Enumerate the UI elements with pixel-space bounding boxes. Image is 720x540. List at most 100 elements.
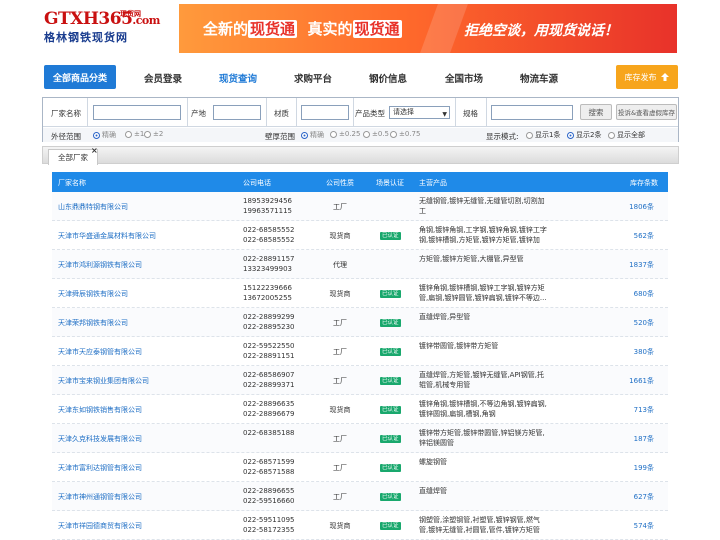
company-type: 代理: [333, 260, 347, 269]
company-phone: 022-28899299 022-28895230: [243, 313, 295, 331]
spec-label: 规格: [463, 109, 478, 118]
origin-input[interactable]: [213, 105, 261, 120]
search-button[interactable]: 搜索: [580, 104, 612, 120]
factory-name-link[interactable]: 天津市祥园德商贸有限公司: [58, 511, 142, 540]
main-products: 镀锌角钢,镀锌槽钢,不等边角钢,镀锌扁钢,镀锌圆钢,扁钢,槽钢,角钢: [419, 400, 547, 418]
od-exact-radio[interactable]: 精确: [93, 130, 116, 140]
factory-name-link[interactable]: 天津市神州通钢管有限公司: [58, 482, 142, 511]
company-phone: 18953929456 19963571115: [243, 197, 292, 215]
factory-name-link[interactable]: 天津市宝来钢业集团有限公司: [58, 366, 149, 395]
filter-panel: 厂家名称 产地 材质 产品类型 请选择 ▼ 规格 搜索 投诉&查看虚假库存 外径范…: [42, 97, 679, 142]
stock-count-link[interactable]: 1806条: [629, 192, 654, 221]
wall-05-radio[interactable]: ±0.5: [363, 130, 389, 138]
stock-count-link[interactable]: 680条: [634, 279, 654, 308]
nav-item-logistics[interactable]: 物流车源: [520, 71, 558, 85]
all-categories-button[interactable]: 全部商品分类: [44, 65, 116, 89]
company-type: 现货商: [329, 289, 351, 298]
od-1-radio[interactable]: ±1: [125, 130, 144, 138]
col-header-type: 公司性质: [326, 179, 354, 187]
wall-025-radio[interactable]: ±0.25: [330, 130, 360, 138]
category-select[interactable]: 请选择 ▼: [389, 106, 450, 119]
release-stock-button[interactable]: 库存发布: [616, 65, 678, 89]
material-input[interactable]: [301, 105, 349, 120]
display-1-radio[interactable]: 显示1条: [526, 130, 560, 140]
col-header-stock: 库存条数: [630, 179, 658, 187]
tab-bar: 全部厂家 ×: [42, 146, 679, 165]
wall-exact-radio[interactable]: 精确: [301, 130, 324, 140]
display-2-radio[interactable]: 显示2条: [567, 130, 601, 140]
origin-label: 产地: [191, 109, 206, 118]
display-all-radio[interactable]: 显示全部: [608, 130, 645, 140]
close-icon[interactable]: ×: [91, 146, 98, 155]
promo-banner[interactable]: 全新的 现货通 真实的 现货通 拒绝空谈，用现货说话！: [179, 4, 677, 53]
nav-item-stock-search[interactable]: 现货查询: [219, 71, 257, 85]
wall-075-radio[interactable]: ±0.75: [390, 130, 420, 138]
od-range-label: 外径范围: [51, 132, 81, 141]
company-phone: 15122239666 13672005255: [243, 284, 292, 302]
stock-count-link[interactable]: 199条: [634, 453, 654, 482]
nav-item-prices[interactable]: 钢价信息: [369, 71, 407, 85]
main-products: 直缝焊管,方矩管,镀锌无缝管,API钢管,托辊管,机械专用管: [419, 371, 544, 389]
stock-count-link[interactable]: 1837条: [629, 250, 654, 279]
filter-row-main: 厂家名称 产地 材质 产品类型 请选择 ▼ 规格 搜索 投诉&查看虚假库存: [43, 98, 678, 127]
verified-badge: 已认证: [380, 406, 401, 414]
stock-count-link[interactable]: 562条: [634, 221, 654, 250]
table-row: 天津市天应泰钢管有限公司 022-59522550 022-28891151 工厂 已认…: [52, 337, 668, 366]
factory-name-link[interactable]: 天津东如钢铁销售有限公司: [58, 395, 142, 424]
factory-name-link[interactable]: 山东鼎鼎特钢有限公司: [58, 192, 128, 221]
company-type: 工厂: [333, 318, 347, 327]
category-label: 产品类型: [355, 109, 385, 118]
nav-item-markets[interactable]: 全国市场: [445, 71, 483, 85]
factory-label: 厂家名称: [51, 109, 81, 118]
factory-name-link[interactable]: 天津市富利达钢管有限公司: [58, 453, 142, 482]
logo-subtitle: 格林钢铁现货网: [44, 31, 128, 44]
table-row: 天津荣邦钢铁有限公司 022-28899299 022-28895230 工厂 已认证 直…: [52, 308, 668, 337]
verified-badge: 已认证: [380, 522, 401, 530]
company-type: 工厂: [333, 347, 347, 356]
company-type: 现货商: [329, 231, 351, 240]
company-type: 现货商: [329, 405, 351, 414]
verified-badge: 已认证: [380, 319, 401, 327]
radio-icon: [390, 130, 397, 138]
main-products: 镀锌带方矩管,镀锌带圆管,锌铝镁方矩管,锌铝镁圆管: [419, 429, 545, 447]
view-fake-stock-button[interactable]: 投诉&查看虚假库存: [616, 104, 677, 120]
stock-count-link[interactable]: 574条: [634, 511, 654, 540]
site-logo[interactable]: GTXH365.com 现货网 格林钢铁现货网: [44, 10, 160, 44]
radio-icon: [93, 131, 100, 139]
nav-item-login[interactable]: 会员登录: [144, 71, 182, 85]
stock-count-link[interactable]: 520条: [634, 308, 654, 337]
spec-input[interactable]: [491, 105, 573, 120]
factory-name-link[interactable]: 天津市天应泰钢管有限公司: [58, 337, 142, 366]
stock-count-link[interactable]: 380条: [634, 337, 654, 366]
main-products: 镀锌带圆管,镀锌带方矩管: [419, 342, 499, 350]
company-phone: 022-28896635 022-28896679: [243, 400, 295, 418]
nav-item-purchase[interactable]: 求购平台: [294, 71, 332, 85]
stock-count-link[interactable]: 1661条: [629, 366, 654, 395]
main-products: 方矩管,镀锌方矩管,大棚管,异型管: [419, 255, 524, 263]
upload-icon: [660, 73, 669, 81]
main-nav: 全部商品分类 会员登录 现货查询 求购平台 钢价信息 全国市场 物流车源 库存发…: [44, 65, 678, 89]
factory-name-link[interactable]: 天津市鸿利源钢铁有限公司: [58, 250, 142, 279]
radio-icon: [144, 130, 151, 138]
radio-icon: [301, 131, 308, 139]
factory-name-link[interactable]: 天津舜辰钢铁有限公司: [58, 279, 128, 308]
radio-icon: [567, 131, 574, 139]
table-row: 天津东如钢铁销售有限公司 022-28896635 022-28896679 现货商 已…: [52, 395, 668, 424]
factory-name-input[interactable]: [93, 105, 181, 120]
od-2-radio[interactable]: ±2: [144, 130, 163, 138]
stock-count-link[interactable]: 627条: [634, 482, 654, 511]
main-products: 钢塑管,涂塑钢管,衬塑管,镀锌钢管,燃气管,镀锌无缝管,衬圆管,管件,镀锌方矩管: [419, 516, 540, 534]
radio-icon: [363, 130, 370, 138]
filter-row-range: 外径范围 精确 ±1 ±2 壁厚范围 精确 ±0.25 ±0.5 ±0.75 显…: [43, 128, 678, 142]
factory-table: 厂家名称 公司电话 公司性质 场景认证 主营产品 库存条数 山东鼎鼎特钢有限公司…: [52, 172, 668, 540]
factory-name-link[interactable]: 天津荣邦钢铁有限公司: [58, 308, 128, 337]
stock-count-link[interactable]: 187条: [634, 424, 654, 453]
main-products: 角钢,镀锌角钢,工字钢,镀锌角钢,镀锌工字钢,镀锌槽钢,方矩管,镀锌方矩管,镀锌…: [419, 226, 547, 244]
factory-name-link[interactable]: 天津市华盛通金属材料有限公司: [58, 221, 156, 250]
factory-name-link[interactable]: 天津久克科技发展有限公司: [58, 424, 142, 453]
banner-slogan: 拒绝空谈，用现货说话！: [464, 23, 618, 39]
stock-count-link[interactable]: 713条: [634, 395, 654, 424]
verified-badge: 已认证: [380, 348, 401, 356]
company-type: 工厂: [333, 463, 347, 472]
main-products: 直缝焊管: [419, 487, 447, 495]
